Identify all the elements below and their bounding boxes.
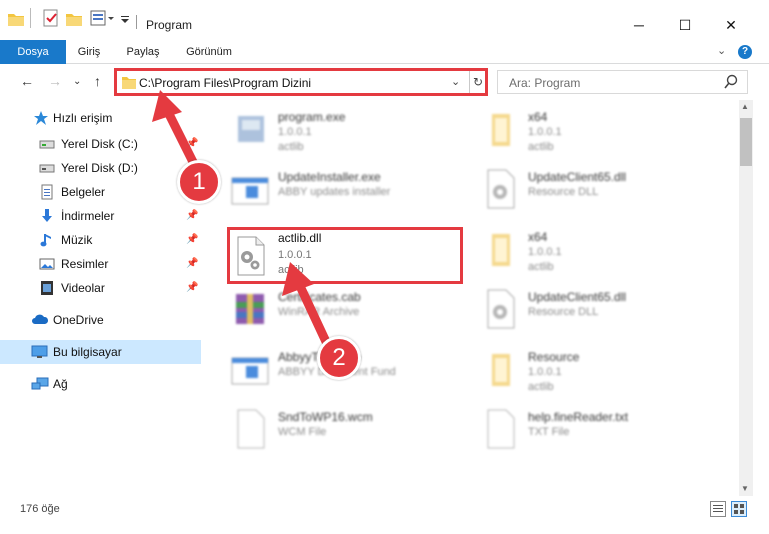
arrow-2 <box>295 281 333 351</box>
arrow-1 <box>163 107 201 173</box>
callout-badge-2: 2 <box>317 336 361 380</box>
callout-arrows <box>152 90 333 351</box>
callout-badge-1: 1 <box>177 160 221 204</box>
